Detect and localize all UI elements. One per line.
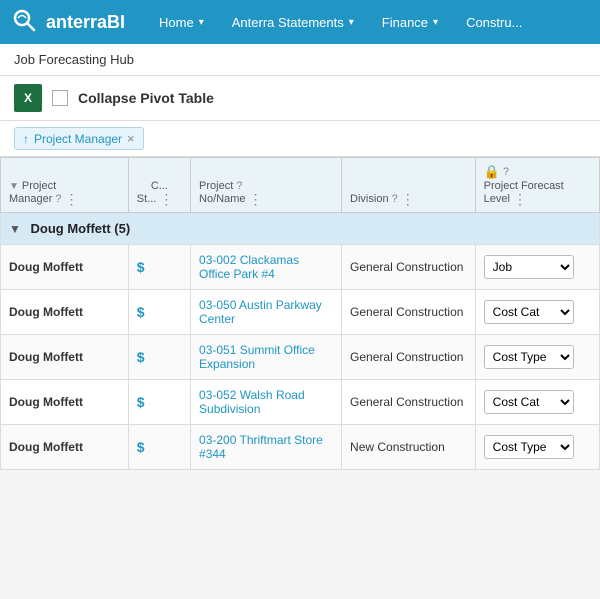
filter-bar: ↑ Project Manager × [0, 121, 600, 157]
filter-remove-icon[interactable]: × [127, 131, 135, 146]
cell-dollar: $ [128, 290, 190, 335]
col-header-pm: ▼ Project Manager ? ⋮ [1, 158, 129, 213]
cell-pm: Doug Moffett [1, 380, 129, 425]
proj-dots-icon[interactable]: ⋮ [248, 192, 262, 206]
project-manager-filter[interactable]: ↑ Project Manager × [14, 127, 144, 150]
cell-division: General Construction [342, 380, 476, 425]
cell-project: 03-052 Walsh Road Subdivision [191, 380, 342, 425]
filter-label: Project Manager [34, 132, 122, 146]
forecast-select[interactable]: JobCost CatCost TypePhase [484, 345, 574, 369]
forecast-select[interactable]: JobCost CatCost TypePhase [484, 390, 574, 414]
table-row: Doug Moffett $ 03-200 Thriftmart Store #… [1, 425, 600, 470]
nav-home[interactable]: Home ▾ [145, 0, 218, 44]
table-row: Doug Moffett $ 03-002 Clackamas Office P… [1, 245, 600, 290]
cs-dots-icon[interactable]: ⋮ [159, 192, 173, 206]
brand: anterraBI [12, 8, 125, 36]
cell-division: General Construction [342, 290, 476, 335]
cell-project: 03-051 Summit Office Expansion [191, 335, 342, 380]
cell-division: General Construction [342, 245, 476, 290]
finance-caret-icon: ▾ [433, 17, 438, 28]
toolbar: X Collapse Pivot Table [0, 76, 600, 121]
cell-forecast[interactable]: JobCost CatCost TypePhase [475, 335, 599, 380]
cell-pm: Doug Moffett [1, 335, 129, 380]
brand-name: anterraBI [46, 12, 125, 33]
cell-division: New Construction [342, 425, 476, 470]
cell-forecast[interactable]: JobCost CatCost TypePhase [475, 380, 599, 425]
cell-pm: Doug Moffett [1, 245, 129, 290]
cell-project: 03-050 Austin Parkway Center [191, 290, 342, 335]
home-caret-icon: ▾ [199, 17, 204, 28]
collapse-label: Collapse Pivot Table [78, 90, 214, 106]
col-header-project: Project ? No/Name ⋮ [191, 158, 342, 213]
filter-arrow-icon: ↑ [23, 132, 29, 146]
pm-help-icon[interactable]: ? [55, 193, 61, 205]
group-label: ▼ Doug Moffett (5) [1, 213, 600, 245]
table-row: Doug Moffett $ 03-050 Austin Parkway Cen… [1, 290, 600, 335]
logo-icon [12, 8, 40, 36]
nav-anterra-statements[interactable]: Anterra Statements ▾ [218, 0, 368, 44]
sort-icon[interactable]: ▼ [9, 181, 19, 192]
div-dots-icon[interactable]: ⋮ [401, 192, 415, 206]
main-table-container: ▼ Project Manager ? ⋮ C... [0, 157, 600, 470]
cell-pm: Doug Moffett [1, 290, 129, 335]
forecast-dots-icon[interactable]: ⋮ [513, 192, 527, 206]
cell-dollar: $ [128, 245, 190, 290]
col-header-forecast: 🔒 ? Project Forecast Level ⋮ [475, 158, 599, 213]
navbar: anterraBI Home ▾ Anterra Statements ▾ Fi… [0, 0, 600, 44]
forecast-lock-icon: 🔒 [484, 164, 500, 180]
cell-forecast[interactable]: JobCost CatCost TypePhase [475, 290, 599, 335]
cell-pm: Doug Moffett [1, 425, 129, 470]
forecast-select[interactable]: JobCost CatCost TypePhase [484, 300, 574, 324]
statements-caret-icon: ▾ [349, 17, 354, 28]
cell-project: 03-200 Thriftmart Store #344 [191, 425, 342, 470]
excel-icon[interactable]: X [14, 84, 42, 112]
table-row: Doug Moffett $ 03-051 Summit Office Expa… [1, 335, 600, 380]
forecast-help-icon[interactable]: ? [503, 166, 509, 178]
proj-help-icon[interactable]: ? [236, 180, 242, 192]
table-row: Doug Moffett $ 03-052 Walsh Road Subdivi… [1, 380, 600, 425]
collapse-checkbox[interactable] [52, 90, 68, 106]
cell-dollar: $ [128, 380, 190, 425]
page-title: Job Forecasting Hub [0, 44, 600, 76]
nav-construction[interactable]: Constru... [452, 0, 536, 44]
cell-forecast[interactable]: JobCost CatCost TypePhase [475, 425, 599, 470]
cell-dollar: $ [128, 425, 190, 470]
pm-dots-icon[interactable]: ⋮ [65, 192, 79, 206]
forecast-select[interactable]: JobCost CatCost TypePhase [484, 255, 574, 279]
cell-dollar: $ [128, 335, 190, 380]
cell-project: 03-002 Clackamas Office Park #4 [191, 245, 342, 290]
div-help-icon[interactable]: ? [392, 193, 398, 205]
cell-forecast[interactable]: JobCost CatCost TypePhase [475, 245, 599, 290]
group-caret-icon[interactable]: ▼ [9, 222, 21, 236]
col-header-division: Division ? ⋮ [342, 158, 476, 213]
col-header-cs: C... St... ⋮ [128, 158, 190, 213]
group-header-doug-moffett: ▼ Doug Moffett (5) [1, 213, 600, 245]
nav-finance[interactable]: Finance ▾ [368, 0, 452, 44]
forecast-select[interactable]: JobCost CatCost TypePhase [484, 435, 574, 459]
cell-division: General Construction [342, 335, 476, 380]
main-table: ▼ Project Manager ? ⋮ C... [0, 157, 600, 470]
